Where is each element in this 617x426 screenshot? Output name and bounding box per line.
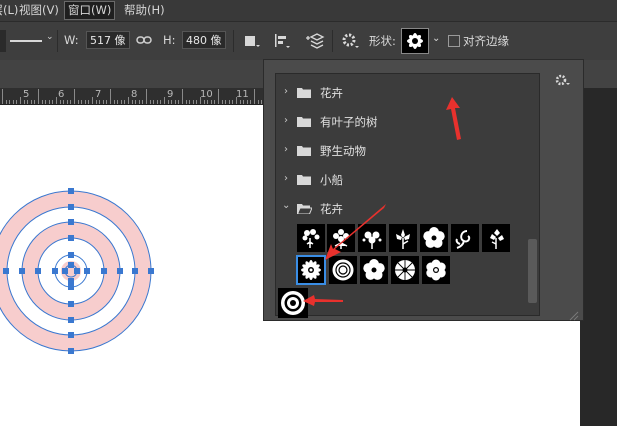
arrow-to-target-icon xyxy=(303,295,343,306)
arrow-up-icon xyxy=(446,97,461,140)
annotation-arrows xyxy=(303,97,461,306)
arrow-to-selected-icon xyxy=(325,204,386,260)
